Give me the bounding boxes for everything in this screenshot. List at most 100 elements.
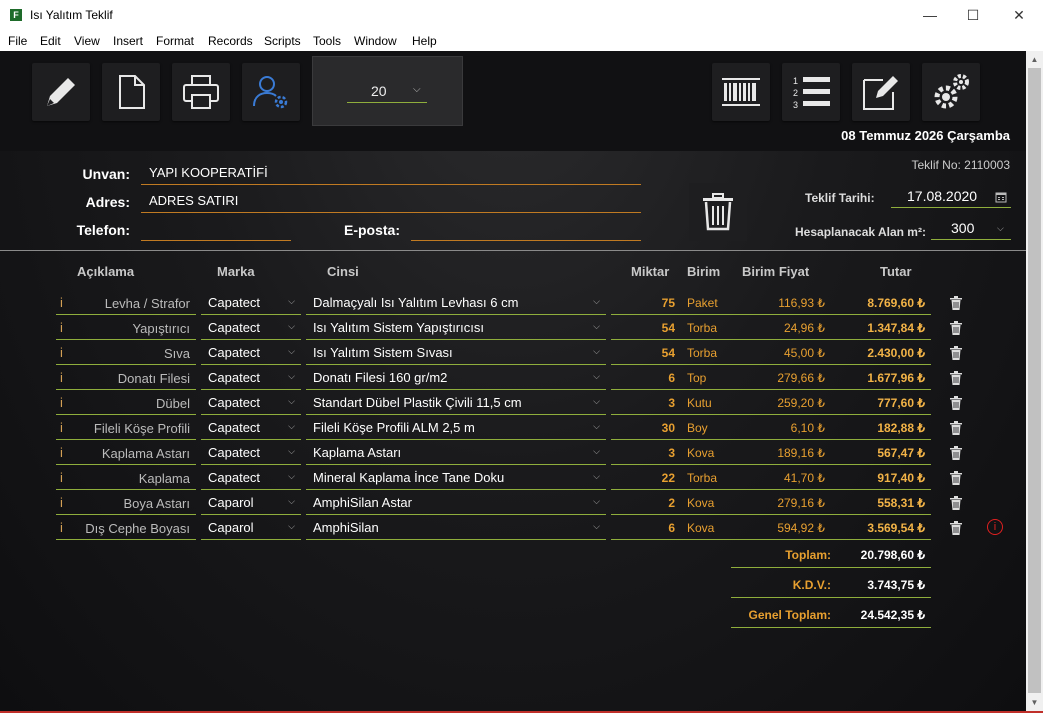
minimize-button[interactable]: — xyxy=(919,4,941,26)
menu-help[interactable]: Help xyxy=(412,34,437,48)
numbered-list-button[interactable]: 1 2 3 xyxy=(782,63,840,121)
trash-icon[interactable] xyxy=(950,496,962,510)
miktar-cell[interactable]: 54 xyxy=(611,343,681,365)
marka-select[interactable]: Caparol ⌵ xyxy=(201,518,301,540)
cinsi-select[interactable]: Donatı Filesi 160 gr/m2 ⌵ xyxy=(306,368,606,390)
birim-fiyat-text: 6,10 ₺ xyxy=(790,421,825,435)
marka-text: Capatect xyxy=(208,345,261,360)
trash-icon[interactable] xyxy=(950,321,962,335)
marka-select[interactable]: Capatect ⌵ xyxy=(201,443,301,465)
miktar-text: 3 xyxy=(668,446,675,460)
aciklama-cell[interactable]: i Donatı Filesi xyxy=(56,368,196,390)
info-icon[interactable]: i xyxy=(60,420,63,435)
info-icon[interactable]: i xyxy=(60,495,63,510)
cinsi-select[interactable]: Isı Yalıtım Sistem Sıvası ⌵ xyxy=(306,343,606,365)
cinsi-select[interactable]: Mineral Kaplama İnce Tane Doku ⌵ xyxy=(306,468,606,490)
trash-icon[interactable] xyxy=(950,346,962,360)
birim-fiyat-text: 259,20 ₺ xyxy=(777,396,825,410)
miktar-cell[interactable]: 3 xyxy=(611,393,681,415)
aciklama-cell[interactable]: i Sıva xyxy=(56,343,196,365)
barcode-button[interactable] xyxy=(712,63,770,121)
info-icon[interactable]: i xyxy=(60,370,63,385)
miktar-cell[interactable]: 6 xyxy=(611,368,681,390)
cinsi-select[interactable]: Standart Dübel Plastik Çivili 11,5 cm ⌵ xyxy=(306,393,606,415)
trash-icon[interactable] xyxy=(950,296,962,310)
trash-icon[interactable] xyxy=(950,471,962,485)
cinsi-select[interactable]: Dalmaçyalı Isı Yalıtım Levhası 6 cm ⌵ xyxy=(306,293,606,315)
miktar-cell[interactable]: 3 xyxy=(611,443,681,465)
maximize-button[interactable]: ☐ xyxy=(962,4,984,26)
menu-scripts[interactable]: Scripts xyxy=(264,34,301,48)
aciklama-cell[interactable]: i Dübel xyxy=(56,393,196,415)
cinsi-select[interactable]: AmphiSilan ⌵ xyxy=(306,518,606,540)
miktar-cell[interactable]: 2 xyxy=(611,493,681,515)
adres-field[interactable]: ADRES SATIRI xyxy=(141,191,641,213)
marka-select[interactable]: Capatect ⌵ xyxy=(201,318,301,340)
marka-select[interactable]: Capatect ⌵ xyxy=(201,343,301,365)
menu-file[interactable]: File xyxy=(8,34,27,48)
info-icon[interactable]: i xyxy=(60,345,63,360)
menu-view[interactable]: View xyxy=(74,34,100,48)
trash-icon[interactable] xyxy=(950,421,962,435)
menu-records[interactable]: Records xyxy=(208,34,253,48)
aciklama-cell[interactable]: i Kaplama Astarı xyxy=(56,443,196,465)
menu-edit[interactable]: Edit xyxy=(40,34,61,48)
header-birim: Birim xyxy=(687,264,721,279)
marka-select[interactable]: Capatect ⌵ xyxy=(201,368,301,390)
cinsi-select[interactable]: Kaplama Astarı ⌵ xyxy=(306,443,606,465)
trash-icon[interactable] xyxy=(950,371,962,385)
trash-icon[interactable] xyxy=(950,521,962,535)
aciklama-cell[interactable]: i Kaplama xyxy=(56,468,196,490)
miktar-cell[interactable]: 30 xyxy=(611,418,681,440)
user-settings-button[interactable] xyxy=(242,63,300,121)
aciklama-cell[interactable]: i Boya Astarı xyxy=(56,493,196,515)
aciklama-cell[interactable]: i Fileli Köşe Profili xyxy=(56,418,196,440)
info-icon[interactable]: i xyxy=(60,295,63,310)
edit-note-button[interactable] xyxy=(852,63,910,121)
calendar-icon[interactable] xyxy=(995,191,1007,203)
unvan-field[interactable]: YAPI KOOPERATİFİ xyxy=(141,163,641,185)
info-icon[interactable]: i xyxy=(60,520,63,535)
telefon-field[interactable] xyxy=(141,219,291,241)
trash-icon[interactable] xyxy=(950,396,962,410)
menu-insert[interactable]: Insert xyxy=(113,34,143,48)
teklif-tarihi-field[interactable]: 17.08.2020 xyxy=(891,186,1011,208)
info-icon[interactable]: i xyxy=(60,445,63,460)
new-record-button[interactable] xyxy=(102,63,160,121)
eposta-field[interactable] xyxy=(411,219,641,241)
edit-button[interactable] xyxy=(32,63,90,121)
miktar-cell[interactable]: 6 xyxy=(611,518,681,540)
marka-select[interactable]: Capatect ⌵ xyxy=(201,293,301,315)
menu-window[interactable]: Window xyxy=(354,34,397,48)
scroll-thumb[interactable] xyxy=(1028,68,1041,693)
miktar-cell[interactable]: 54 xyxy=(611,318,681,340)
kdv-label: K.D.V.: xyxy=(792,578,831,592)
menu-format[interactable]: Format xyxy=(156,34,194,48)
cinsi-select[interactable]: Isı Yalıtım Sistem Yapıştırıcısı ⌵ xyxy=(306,318,606,340)
menu-tools[interactable]: Tools xyxy=(313,34,341,48)
marka-select[interactable]: Capatect ⌵ xyxy=(201,418,301,440)
aciklama-cell[interactable]: i Dış Cephe Boyası xyxy=(56,518,196,540)
scroll-down-arrow-icon[interactable]: ▼ xyxy=(1026,694,1043,711)
delete-record-button[interactable] xyxy=(689,183,747,241)
miktar-cell[interactable]: 22 xyxy=(611,468,681,490)
warning-icon[interactable]: i xyxy=(987,519,1003,535)
trash-icon[interactable] xyxy=(950,446,962,460)
info-icon[interactable]: i xyxy=(60,395,63,410)
marka-select[interactable]: Capatect ⌵ xyxy=(201,468,301,490)
print-button[interactable] xyxy=(172,63,230,121)
miktar-cell[interactable]: 75 xyxy=(611,293,681,315)
marka-select[interactable]: Capatect ⌵ xyxy=(201,393,301,415)
cinsi-select[interactable]: Fileli Köşe Profili ALM 2,5 m ⌵ xyxy=(306,418,606,440)
vertical-scrollbar[interactable]: ▲ ▼ xyxy=(1026,51,1043,711)
tutar-cell: 558,31 ₺ xyxy=(831,493,931,515)
marka-select[interactable]: Caparol ⌵ xyxy=(201,493,301,515)
cinsi-select[interactable]: AmphiSilan Astar ⌵ xyxy=(306,493,606,515)
aciklama-cell[interactable]: i Levha / Strafor xyxy=(56,293,196,315)
aciklama-cell[interactable]: i Yapıştırıcı xyxy=(56,318,196,340)
settings-button[interactable] xyxy=(922,63,980,121)
close-button[interactable]: ✕ xyxy=(1008,4,1030,26)
info-icon[interactable]: i xyxy=(60,320,63,335)
scroll-up-arrow-icon[interactable]: ▲ xyxy=(1026,51,1043,68)
info-icon[interactable]: i xyxy=(60,470,63,485)
